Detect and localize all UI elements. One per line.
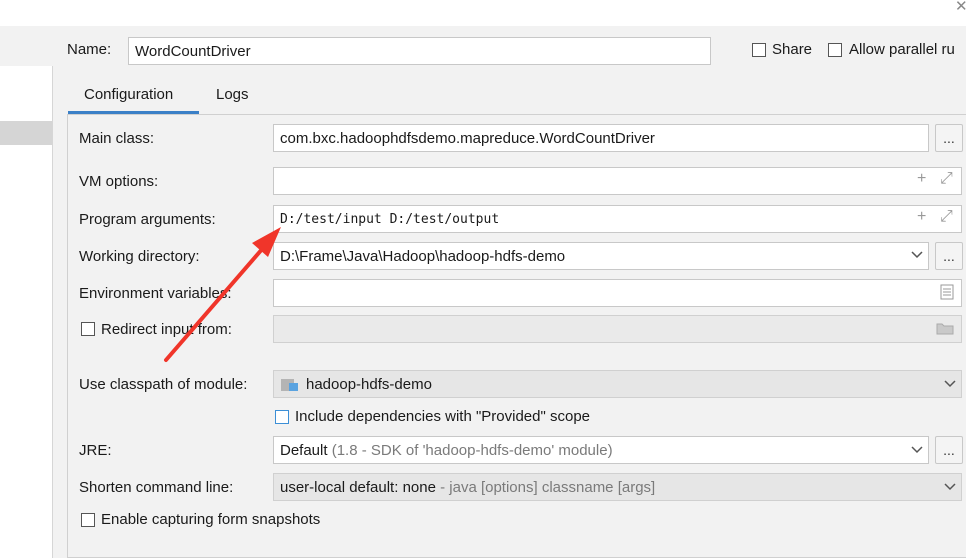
- expand-icon[interactable]: ⤢: [940, 170, 953, 188]
- chevron-down-icon[interactable]: [911, 446, 923, 454]
- classpath-label: Use classpath of module:: [79, 376, 248, 393]
- program-args-input[interactable]: D:/test/input D:/test/output: [273, 205, 962, 233]
- allow-parallel-label: Allow parallel ru: [849, 41, 955, 58]
- share-label: Share: [772, 41, 813, 58]
- share-checkbox[interactable]: [752, 43, 766, 57]
- plus-icon[interactable]: +: [917, 208, 926, 226]
- shorten-cmd-label: Shorten command line:: [79, 479, 234, 496]
- vm-options-label: VM options:: [79, 173, 159, 190]
- jre-value: Default: [280, 441, 328, 459]
- classpath-select[interactable]: hadoop-hdfs-demo: [273, 370, 962, 398]
- shorten-cmd-value: user-local default: none: [280, 478, 436, 496]
- working-dir-input[interactable]: D:\Frame\Java\Hadoop\hadoop-hdfs-demo: [273, 242, 929, 270]
- expand-icon[interactable]: ⤢: [940, 208, 953, 226]
- main-class-input[interactable]: com.bxc.hadoophdfsdemo.mapreduce.WordCou…: [273, 124, 929, 152]
- jre-browse-button[interactable]: ...: [935, 436, 963, 464]
- tab-configuration[interactable]: Configuration: [84, 86, 173, 103]
- chevron-down-icon[interactable]: [944, 380, 956, 388]
- folder-icon: [936, 323, 954, 335]
- capture-snapshots-label: Enable capturing form snapshots: [101, 511, 321, 528]
- main-class-browse-button[interactable]: ...: [935, 124, 963, 152]
- module-icon: [281, 379, 298, 391]
- working-dir-browse-button[interactable]: ...: [935, 242, 963, 270]
- capture-snapshots-checkbox[interactable]: [81, 513, 95, 527]
- document-icon[interactable]: [940, 284, 954, 300]
- redirect-input-label: Redirect input from:: [101, 321, 232, 338]
- redirect-input-field: [273, 315, 962, 343]
- include-dependencies-checkbox[interactable]: [275, 410, 289, 424]
- tab-logs[interactable]: Logs: [216, 86, 249, 103]
- jre-hint: (1.8 - SDK of 'hadoop-hdfs-demo' module): [331, 441, 613, 459]
- jre-label: JRE:: [79, 442, 112, 459]
- env-vars-label: Environment variables:: [79, 285, 232, 302]
- working-dir-value: D:\Frame\Java\Hadoop\hadoop-hdfs-demo: [280, 247, 566, 265]
- redirect-input-checkbox[interactable]: [81, 322, 95, 336]
- name-input[interactable]: WordCountDriver: [128, 37, 711, 65]
- shorten-cmd-select[interactable]: user-local default: none - java [options…: [273, 473, 962, 501]
- jre-select[interactable]: Default (1.8 - SDK of 'hadoop-hdfs-demo'…: [273, 436, 929, 464]
- main-class-value: com.bxc.hadoophdfsdemo.mapreduce.WordCou…: [280, 129, 655, 147]
- close-icon[interactable]: ✕: [955, 0, 966, 15]
- program-args-value: D:/test/input D:/test/output: [280, 211, 500, 227]
- name-input-value: WordCountDriver: [135, 42, 251, 60]
- window-top-strip: [0, 0, 966, 26]
- env-vars-input[interactable]: [273, 279, 962, 307]
- plus-icon[interactable]: +: [917, 170, 926, 188]
- name-label: Name:: [67, 41, 112, 58]
- config-tree-selected-item[interactable]: [0, 121, 52, 145]
- shorten-cmd-hint: - java [options] classname [args]: [440, 478, 656, 496]
- vm-options-input[interactable]: [273, 167, 962, 195]
- chevron-down-icon[interactable]: [944, 483, 956, 491]
- allow-parallel-checkbox[interactable]: [828, 43, 842, 57]
- working-dir-label: Working directory:: [79, 248, 200, 265]
- classpath-value: hadoop-hdfs-demo: [306, 375, 432, 393]
- program-args-label: Program arguments:: [79, 211, 216, 228]
- chevron-down-icon[interactable]: [911, 251, 923, 259]
- include-dependencies-label: Include dependencies with "Provided" sco…: [295, 408, 591, 425]
- main-class-label: Main class:: [79, 130, 155, 147]
